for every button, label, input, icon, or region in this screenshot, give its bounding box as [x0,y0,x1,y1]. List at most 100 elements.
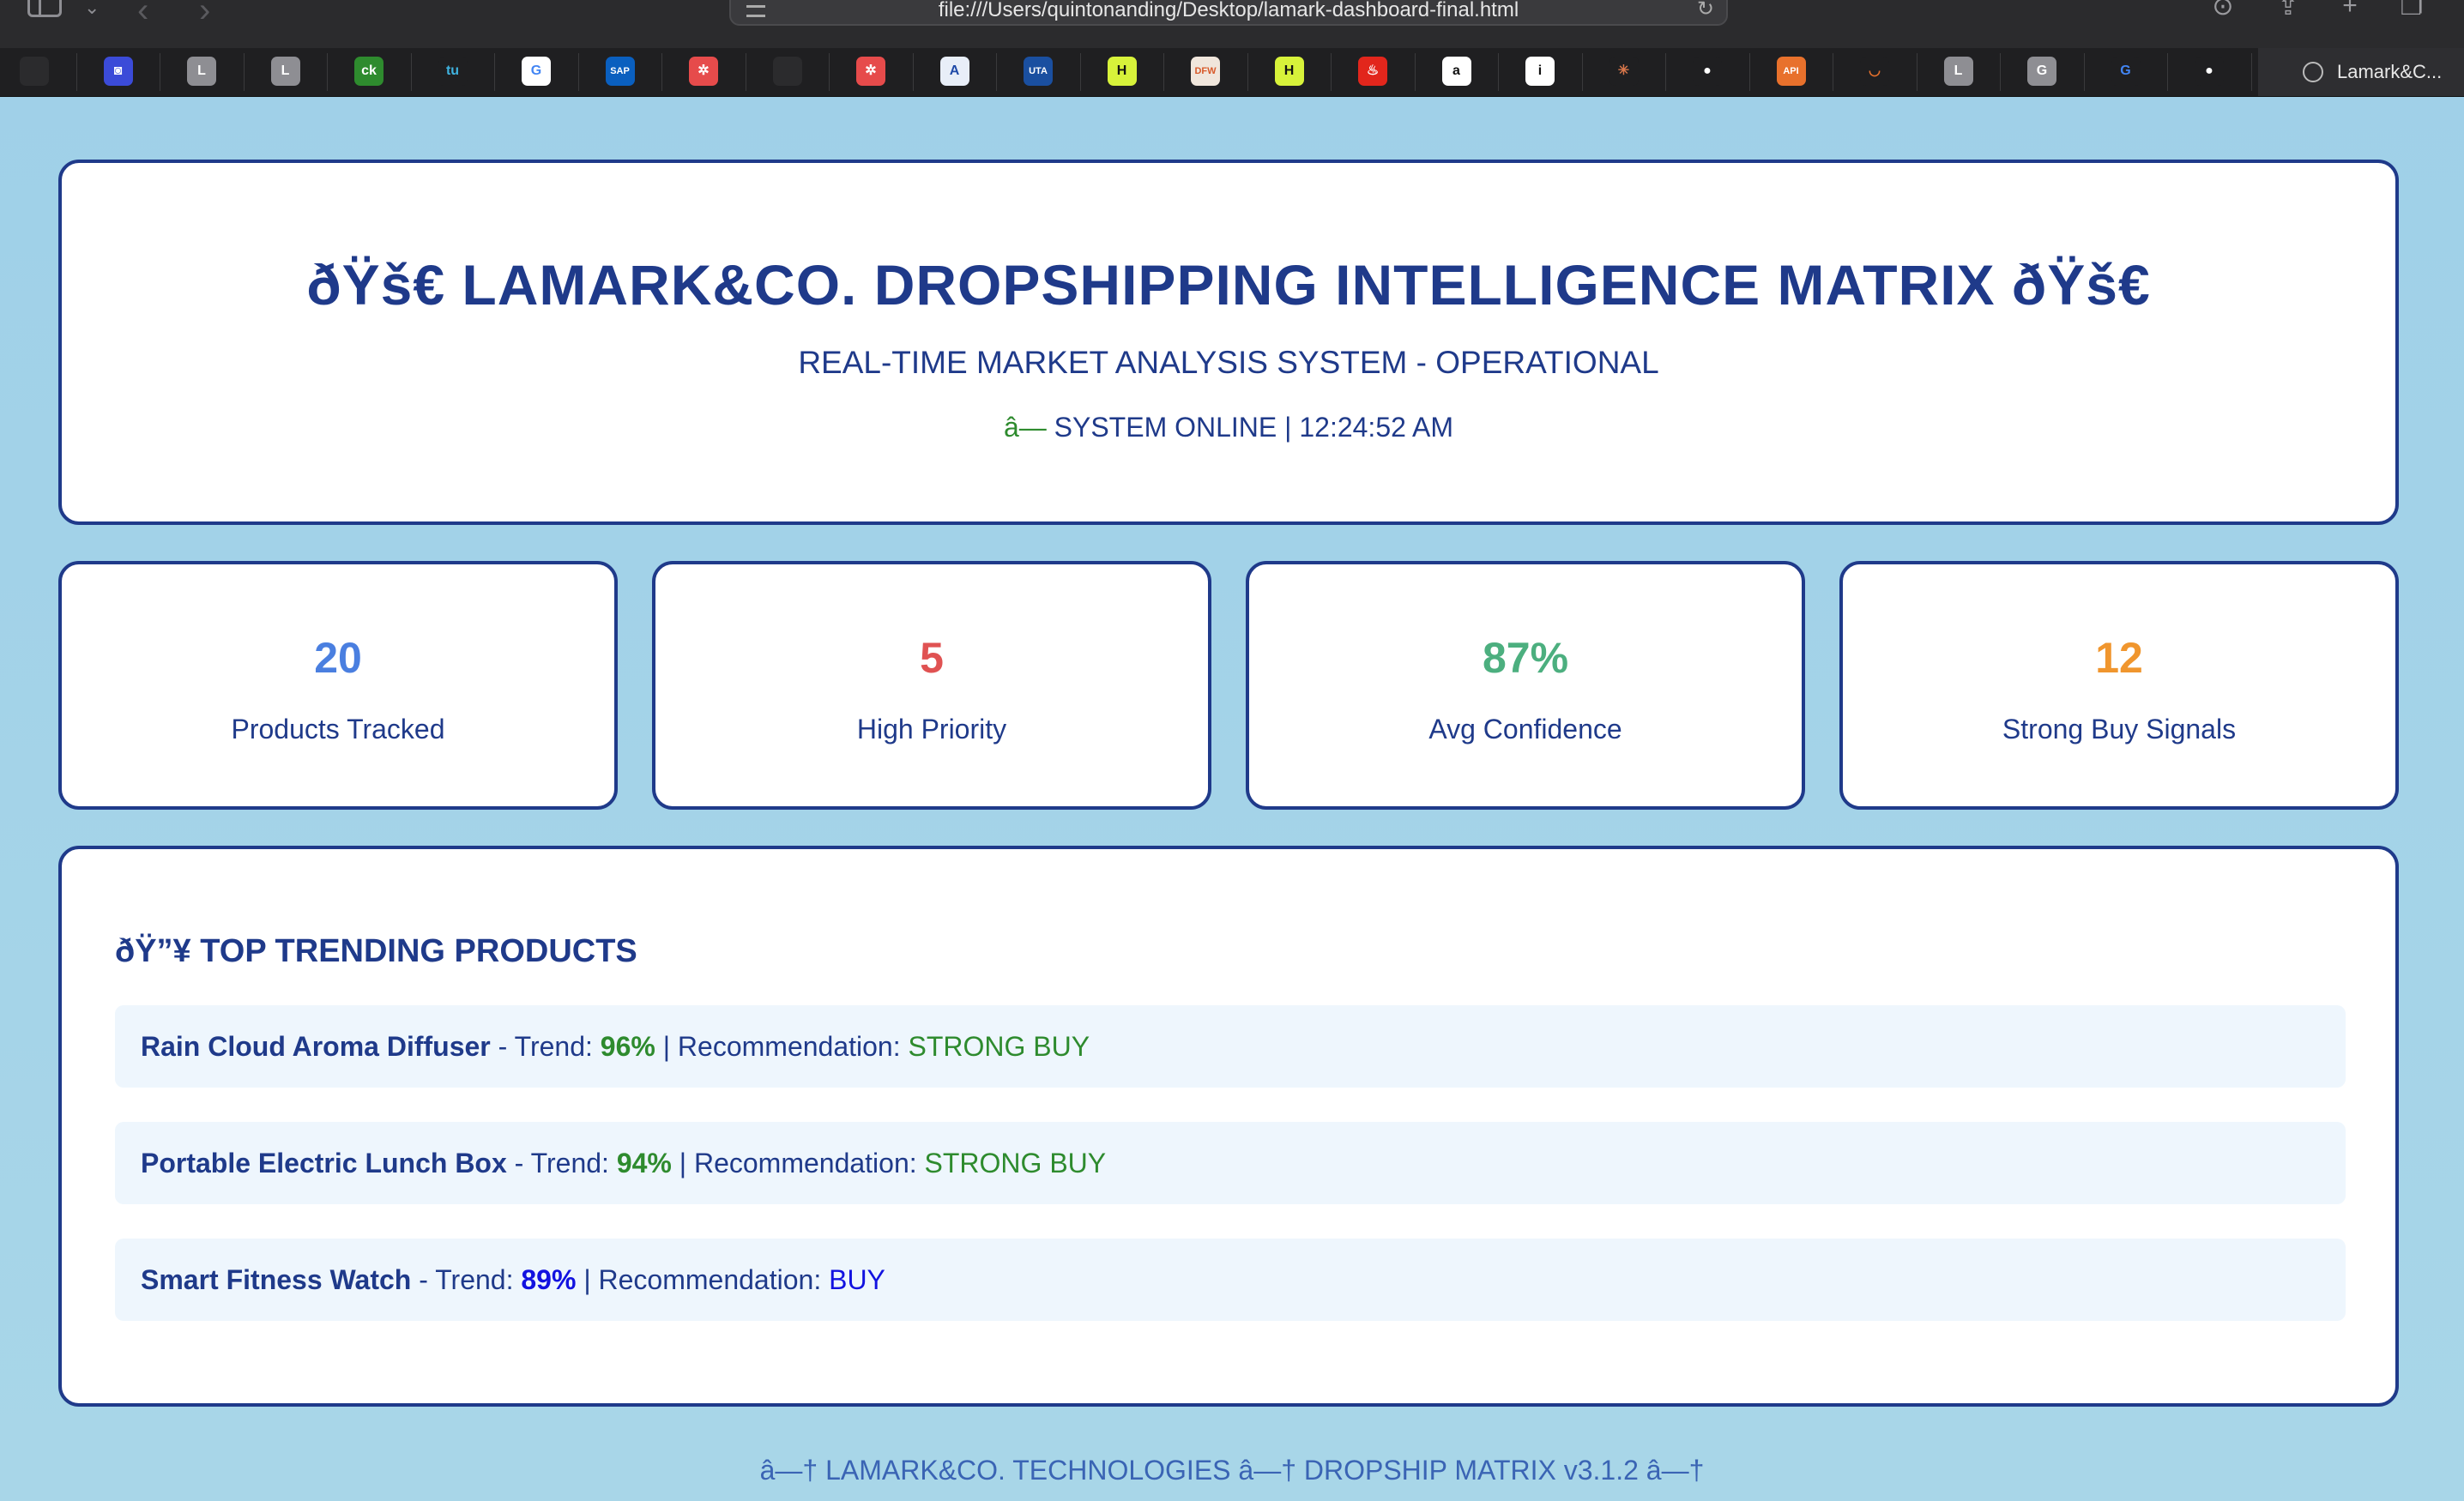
red-grid-favicon[interactable]: ✲ [856,57,885,86]
tab-separator [494,53,496,91]
tab-separator [1079,53,1081,91]
trend-label: - Trend: [498,1031,593,1062]
dfw-favicon[interactable]: DFW [1191,57,1220,86]
product-name: Rain Cloud Aroma Diffuser [141,1031,491,1062]
letter-l-favicon[interactable]: L [1943,57,1973,86]
github-favicon[interactable]: ● [2195,57,2224,86]
tab-separator [1414,53,1416,91]
letter-l-favicon[interactable]: L [270,57,300,86]
square-favicon[interactable]: ◙ [103,57,133,86]
tab-separator [996,53,998,91]
stat-label: Products Tracked [231,714,445,744]
google-favicon[interactable]: G [522,57,551,86]
sap-favicon[interactable]: SAP [605,57,635,86]
stat-card-high-priority: 5 High Priority [652,561,1211,810]
tab-separator [2250,53,2252,91]
reload-icon[interactable]: ↻ [1697,0,1714,21]
tab-separator [75,53,77,91]
stat-label: Avg Confidence [1428,714,1622,744]
uta-favicon[interactable]: UTA [1024,57,1053,86]
stat-value: 87% [1482,634,1569,682]
tab-separator [1665,53,1667,91]
recommendation-value: STRONG BUY [924,1148,1107,1178]
section-title: ðŸ”¥ TOP TRENDING PRODUCTS [115,933,637,969]
stat-label: High Priority [856,714,1007,744]
status-text: SYSTEM ONLINE | 12:24:52 AM [1054,412,1454,443]
letter-g-favicon[interactable]: G [2027,57,2056,86]
tab-title: Lamark&C... [2337,61,2443,82]
tab-separator [2000,53,2002,91]
tab-separator [661,53,663,91]
compass-icon [2303,62,2323,82]
claude-favicon[interactable]: ✳ [1609,57,1639,86]
amazon-favicon[interactable]: a [1441,57,1471,86]
stat-card-strong-buy-signals: 12 Strong Buy Signals [1839,561,2399,810]
separator: | [679,1148,694,1178]
share-icon[interactable]: ⇪ [2274,0,2303,21]
stat-value: 5 [920,634,944,682]
stat-card-products-tracked: 20 Products Tracked [58,561,618,810]
tab-separator [829,53,830,91]
url-text[interactable]: file:///Users/quintonanding/Desktop/lama… [731,0,1726,22]
red-grid-favicon[interactable]: ✲ [689,57,718,86]
letter-l-favicon[interactable]: L [187,57,216,86]
tab-separator [1247,53,1248,91]
h-favicon[interactable]: H [1107,57,1137,86]
address-bar[interactable]: file:///Users/quintonanding/Desktop/lama… [729,0,1728,26]
santander-favicon[interactable]: ♨ [1358,57,1387,86]
tab-separator [577,53,579,91]
forward-arrow-icon[interactable]: › [199,0,210,30]
product-name: Smart Fitness Watch [141,1264,412,1295]
api-favicon[interactable]: API [1776,57,1806,86]
list-item: Smart Fitness Watch - Trend: 89% | Recom… [115,1239,2346,1321]
browser-toolbar: ⌄ ‹ › file:///Users/quintonanding/Deskto… [0,0,2464,49]
a-favicon[interactable]: A [939,57,969,86]
orange-arc-favicon[interactable]: ◡ [1860,57,1889,86]
system-status: â— SYSTEM ONLINE | 12:24:52 AM [62,412,2395,443]
tab-separator [912,53,914,91]
rec-label: Recommendation: [677,1031,901,1062]
github-favicon[interactable]: ● [1693,57,1722,86]
rec-label: Recommendation: [693,1148,917,1178]
google-favicon[interactable]: G [2111,57,2141,86]
tab-separator [2167,53,2169,91]
tu-favicon[interactable]: tu [438,57,468,86]
back-arrow-icon[interactable]: ‹ [137,0,148,30]
chevron-down-icon[interactable]: ⌄ [84,0,100,19]
header-card: ðŸš€ LAMARK&CO. DROPSHIPPING INTELLIGENC… [58,160,2399,525]
pinned-tabs-bar: ◙ L Lck tu G SAP ✲ ✲ A UTA H DFW H ♨ a i ✳ ● API ◡ L G G ● [0,48,2464,97]
status-dot-icon: â— [1003,412,1047,443]
trend-label: - Trend: [514,1148,609,1178]
page-subtitle: REAL-TIME MARKET ANALYSIS SYSTEM - OPERA… [798,345,1659,380]
tab-separator [1748,53,1750,91]
page-footer: â—† LAMARK&CO. TECHNOLOGIES â—† DROPSHIP… [759,1455,1705,1486]
tab-separator [1498,53,1500,91]
list-item: Portable Electric Lunch Box - Trend: 94%… [115,1122,2346,1204]
fish-favicon[interactable] [20,57,49,86]
tab-separator [327,53,329,91]
stat-label: Strong Buy Signals [2002,714,2237,744]
trend-value: 89% [521,1264,577,1295]
trend-value: 94% [616,1148,672,1178]
download-icon[interactable]: ⊙ [2208,0,2238,21]
fish-favicon[interactable] [772,57,802,86]
trend-label: - Trend: [419,1264,514,1295]
tab-separator [1331,53,1332,91]
new-tab-icon[interactable]: + [2335,0,2364,20]
trending-products-card: ðŸ”¥ TOP TRENDING PRODUCTS Rain Cloud Ar… [58,846,2399,1407]
tab-separator [2083,53,2085,91]
tab-separator [1163,53,1165,91]
tab-separator [1581,53,1583,91]
stat-value: 12 [2095,634,2143,682]
page-title: ðŸš€ LAMARK&CO. DROPSHIPPING INTELLIGENC… [306,253,2151,316]
ck-favicon[interactable]: ck [354,57,383,86]
info-favicon[interactable]: i [1525,57,1555,86]
h-favicon[interactable]: H [1274,57,1304,86]
tab-active[interactable]: Lamark&C... [2258,48,2464,96]
list-item: Rain Cloud Aroma Diffuser - Trend: 96% |… [115,1005,2346,1088]
stat-card-avg-confidence: 87% Avg Confidence [1246,561,1805,810]
tab-overview-icon[interactable]: ❐ [2397,0,2426,21]
sidebar-toggle-icon[interactable] [27,0,62,17]
product-name: Portable Electric Lunch Box [141,1148,507,1178]
recommendation-value: STRONG BUY [908,1031,1090,1062]
